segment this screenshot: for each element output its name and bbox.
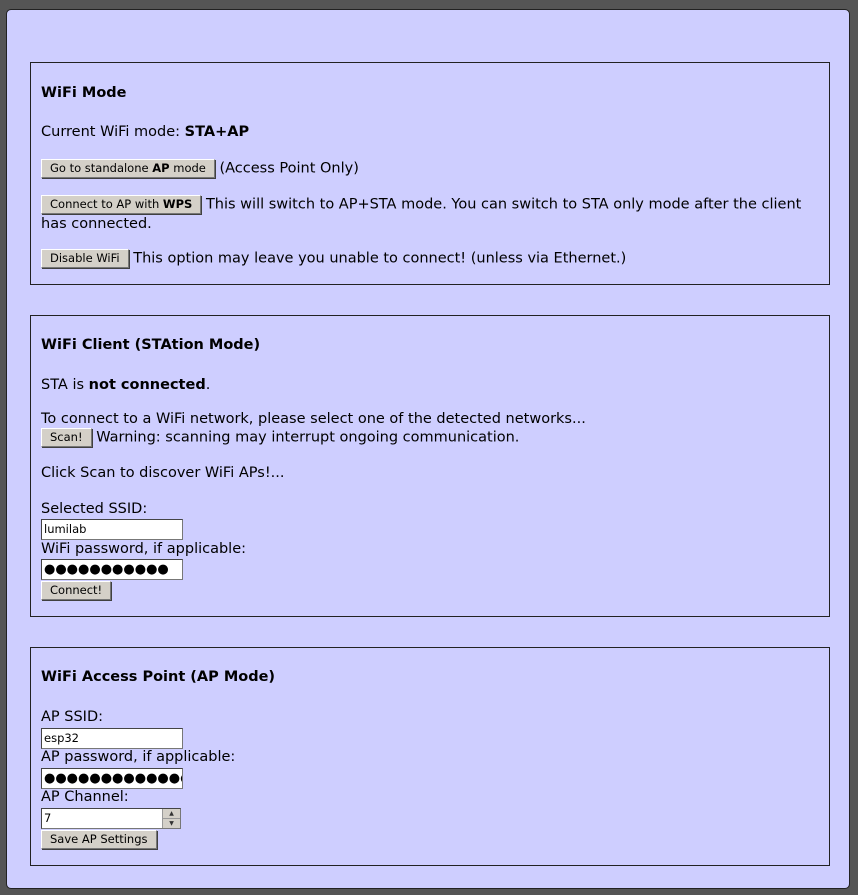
wifi-client-panel: WiFi Client (STAtion Mode) STA is not co… — [30, 315, 830, 617]
scan-hint: Click Scan to discover WiFi APs!... — [41, 465, 285, 481]
disable-wifi-description: This option may leave you unable to conn… — [133, 250, 627, 267]
scan-warning: Warning: scanning may interrupt ongoing … — [96, 429, 520, 446]
current-mode-line: Current WiFi mode: STA+AP — [41, 123, 819, 142]
standalone-ap-button-bold: AP — [152, 161, 170, 175]
page-container: WiFi Mode Current WiFi mode: STA+AP Go t… — [6, 9, 850, 889]
sta-status-value: not connected — [88, 377, 206, 393]
disable-wifi-button[interactable]: Disable WiFi — [41, 249, 129, 268]
spinner-up-icon[interactable]: ▲ — [163, 809, 180, 819]
spinner-down-icon[interactable]: ▼ — [163, 819, 180, 828]
current-mode-label: Current WiFi mode: — [41, 124, 185, 140]
wps-line: Connect to AP with WPS This will switch … — [41, 195, 819, 234]
wps-button-bold: WPS — [162, 197, 193, 211]
wifi-mode-title: WiFi Mode — [41, 85, 127, 101]
wifi-ap-panel: WiFi Access Point (AP Mode) AP SSID: esp… — [30, 647, 830, 866]
password-input[interactable]: ●●●●●●●●●●● — [41, 559, 183, 580]
password-label: WiFi password, if applicable: — [41, 541, 247, 557]
standalone-ap-button[interactable]: Go to standalone AP mode — [41, 159, 215, 178]
sta-status-prefix: STA is — [41, 377, 89, 393]
current-mode-value: STA+AP — [184, 124, 250, 140]
ssid-input[interactable]: lumilab — [41, 519, 183, 540]
ssid-label: Selected SSID: — [41, 501, 148, 517]
channel-spinner[interactable]: ▲ ▼ — [162, 809, 180, 828]
wifi-mode-panel: WiFi Mode Current WiFi mode: STA+AP Go t… — [30, 62, 830, 285]
sta-status-line: STA is not connected. — [41, 376, 819, 395]
ap-mode-line: Go to standalone AP mode (Access Point O… — [41, 159, 819, 179]
disable-wifi-line: Disable WiFi This option may leave you u… — [41, 249, 819, 269]
wps-button[interactable]: Connect to AP with WPS — [41, 195, 202, 214]
ap-password-label: AP password, if applicable: — [41, 749, 236, 765]
sta-status-suffix: . — [205, 377, 211, 393]
connect-instructions: To connect to a WiFi network, please sel… — [41, 411, 586, 427]
standalone-ap-button-label: Go to standalone — [50, 161, 153, 175]
ap-channel-label: AP Channel: — [41, 789, 129, 805]
ap-channel-value: 7 — [44, 811, 52, 825]
ap-channel-input[interactable]: 7 ▲ ▼ — [41, 808, 181, 829]
save-ap-settings-button[interactable]: Save AP Settings — [41, 830, 157, 849]
ap-mode-description: (Access Point Only) — [219, 160, 359, 177]
wifi-client-title: WiFi Client (STAtion Mode) — [41, 337, 261, 353]
scan-line: Scan! Warning: scanning may interrupt on… — [41, 428, 819, 448]
ap-ssid-input[interactable]: esp32 — [41, 728, 183, 749]
standalone-ap-button-suffix: mode — [169, 161, 206, 175]
wifi-ap-title: WiFi Access Point (AP Mode) — [41, 669, 276, 685]
scan-button[interactable]: Scan! — [41, 428, 92, 447]
wps-button-label: Connect to AP with — [50, 197, 163, 211]
connect-button[interactable]: Connect! — [41, 581, 112, 600]
ap-password-input[interactable]: ●●●●●●●●●●●●●●● — [41, 768, 183, 789]
ap-ssid-label: AP SSID: — [41, 709, 104, 725]
